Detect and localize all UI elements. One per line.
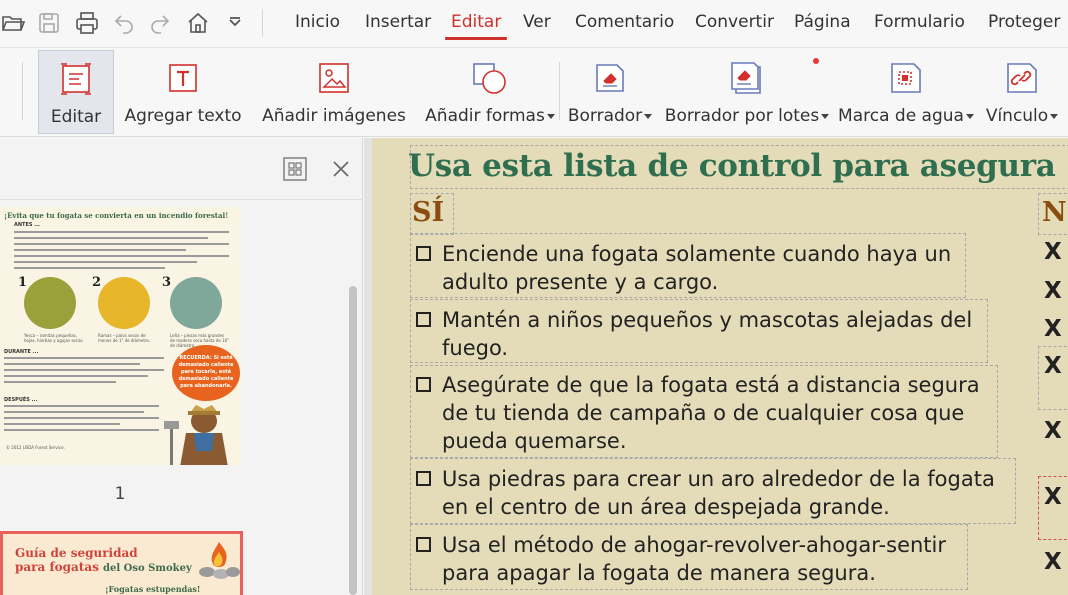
thumbnail-subtitle: ¡Fogatas estupendas!: [105, 584, 201, 594]
page-heading: Usa esta lista de control para asegura: [408, 148, 1056, 184]
no-mark: X: [1044, 484, 1062, 510]
watermark-icon: [889, 50, 923, 106]
thumbnail-caption: Yesca – ramitas pequeñas, hojas, hierbas…: [24, 333, 84, 343]
campfire-illustration: [199, 542, 240, 579]
checkbox-icon: [416, 471, 431, 486]
thumbnail-title: ¡Evita que tu fogata se convierta en un …: [4, 211, 229, 220]
thumbnail-section-durante: DURANTE ...: [4, 349, 39, 355]
add-shapes-button[interactable]: Añadir formas: [424, 50, 556, 134]
tab-editar[interactable]: Editar: [444, 12, 508, 40]
thumbnail-step-number: 3: [162, 275, 172, 290]
eraser-button[interactable]: Borrador: [566, 50, 654, 134]
page-number-label: 1: [114, 484, 126, 504]
no-mark: X: [1044, 316, 1062, 342]
no-mark: X: [1044, 239, 1062, 265]
pdf-page: Usa esta lista de control para asegura S…: [372, 138, 1068, 595]
thumbnail-step-number: 1: [18, 275, 28, 290]
tab-inicio[interactable]: Inicio: [295, 12, 340, 32]
page-thumbnail-2[interactable]: Guía de seguridad para fogatas del Oso S…: [0, 531, 243, 595]
document-view: Usa esta lista de control para asegura S…: [364, 138, 1068, 595]
ribbon-divider: [559, 62, 560, 120]
menu-bar: Inicio Insertar Editar Ver Comentario Co…: [0, 0, 1068, 46]
toolbar-divider: [262, 9, 263, 37]
edit-text-icon: [60, 51, 92, 107]
open-folder-icon[interactable]: [0, 10, 26, 36]
dropdown-caret-icon: [965, 113, 974, 119]
add-shape-icon: [470, 50, 510, 106]
batch-eraser-icon: [728, 50, 766, 106]
save-icon[interactable]: [36, 10, 62, 36]
column-header-no: N: [1042, 197, 1067, 228]
chevron-down-icon[interactable]: [222, 10, 248, 36]
thumbnail-sidebar: ¡Evita que tu fogata se convierta en un …: [0, 138, 363, 595]
thumbnail-caption: Ramas – palos secos de menos de 1" de di…: [98, 333, 151, 343]
thumbnail-text-lines: [4, 357, 164, 387]
ribbon-divider: [22, 62, 23, 120]
no-mark: X: [1044, 549, 1062, 575]
eraser-icon: [594, 50, 626, 106]
add-images-button[interactable]: Añadir imágenes: [262, 50, 406, 134]
tab-formulario[interactable]: Formulario: [874, 12, 965, 32]
tab-comentario[interactable]: Comentario: [575, 12, 674, 32]
no-mark: X: [1044, 353, 1062, 379]
dropdown-caret-icon: [546, 113, 555, 119]
no-mark: X: [1044, 278, 1062, 304]
bear-illustration: [164, 405, 228, 465]
add-text-icon: [167, 50, 199, 106]
no-mark: X: [1044, 418, 1062, 444]
pdf-editor-window: Inicio Insertar Editar Ver Comentario Co…: [0, 0, 1068, 595]
tab-proteger[interactable]: Proteger: [988, 12, 1060, 32]
link-button[interactable]: Vínculo: [982, 50, 1062, 134]
tab-convertir[interactable]: Convertir: [695, 12, 774, 32]
tinder-image: [24, 277, 76, 329]
link-icon: [1005, 50, 1039, 106]
firewood-image: [170, 277, 222, 329]
checkbox-icon: [416, 377, 431, 392]
checkbox-icon: [416, 537, 431, 552]
thumbnail-text-lines: [14, 231, 229, 273]
tab-pagina[interactable]: Página: [794, 12, 851, 32]
add-image-icon: [317, 50, 351, 106]
sidebar-scrollbar-thumb[interactable]: [349, 286, 357, 595]
page-thumbnail-1[interactable]: ¡Evita que tu fogata se convierta en un …: [0, 207, 241, 465]
checkbox-icon: [416, 246, 431, 261]
thumbnail-section-antes: ANTES ...: [14, 222, 40, 228]
add-text-button[interactable]: Agregar texto: [124, 50, 242, 134]
notification-dot: [813, 58, 819, 64]
dropdown-caret-icon: [1050, 113, 1059, 119]
dropdown-caret-icon: [821, 113, 830, 119]
thumbnail-grid-icon[interactable]: [282, 156, 308, 182]
tab-ver[interactable]: Ver: [523, 12, 551, 32]
watermark-button[interactable]: Marca de agua: [838, 50, 974, 134]
print-icon[interactable]: [74, 10, 100, 36]
edit-ribbon: Editar Agregar texto Añadir imágenes Aña…: [0, 47, 1068, 137]
thumbnail-section-despues: DESPUÉS ...: [4, 397, 38, 403]
thumbnail-text-lines: [4, 405, 159, 435]
column-header-yes: SÍ: [412, 197, 445, 228]
redo-icon[interactable]: [147, 10, 173, 36]
dropdown-caret-icon: [644, 113, 653, 119]
thumbnail-step-number: 2: [92, 275, 102, 290]
undo-icon[interactable]: [111, 10, 137, 36]
close-icon[interactable]: [332, 160, 350, 178]
checkbox-icon: [416, 312, 431, 327]
sidebar-header: [0, 138, 363, 200]
remember-badge: RECUERDA: Si está demasiado caliente par…: [172, 345, 240, 401]
thumbnail-title: Guía de seguridad para fogatas del Oso S…: [15, 546, 192, 574]
home-icon[interactable]: [185, 10, 211, 36]
thumbnail-footer: © 2012 USDA Forest Service.: [6, 445, 65, 450]
kindling-image: [98, 277, 150, 329]
edit-button[interactable]: Editar: [38, 50, 114, 134]
tab-insertar[interactable]: Insertar: [365, 12, 431, 32]
batch-eraser-button[interactable]: Borrador por lotes: [664, 50, 830, 134]
